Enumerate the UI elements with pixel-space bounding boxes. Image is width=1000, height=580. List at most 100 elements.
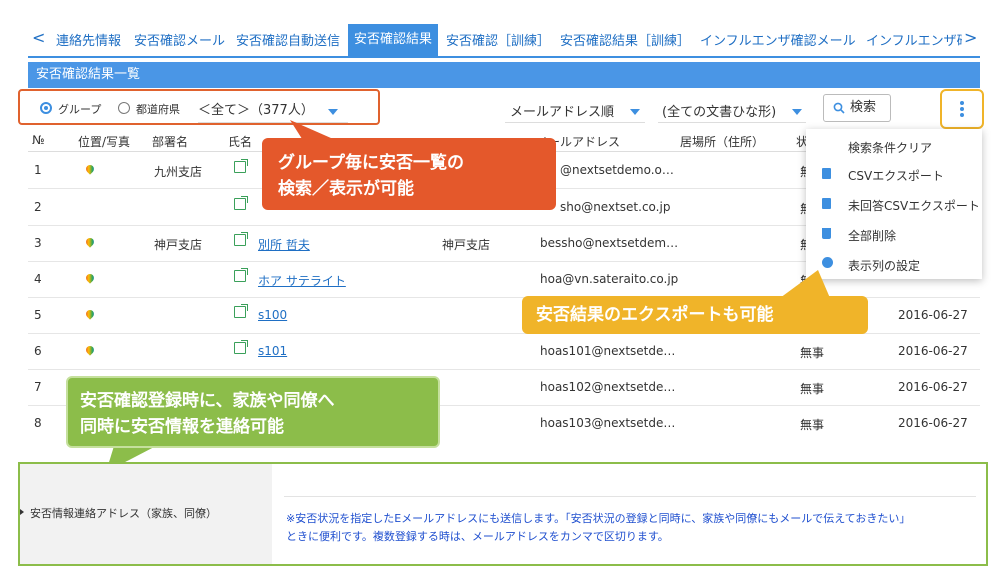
group-select-chevron-down-icon[interactable]: [328, 109, 338, 115]
map-pin-icon[interactable]: [84, 163, 96, 175]
tab-prev-arrow-icon[interactable]: <: [32, 28, 45, 47]
row-no: 7: [34, 380, 42, 394]
caret-right-icon: [20, 509, 24, 515]
row-email: sho@nextset.co.jp: [560, 200, 671, 214]
radio-group[interactable]: [40, 102, 52, 114]
sort-select-underline: [505, 122, 645, 123]
col-no[interactable]: №: [32, 133, 44, 147]
gear-icon: [822, 257, 833, 268]
tab-safety-results-training[interactable]: 安否確認結果［訓練］: [560, 30, 690, 49]
menu-item-delete-all[interactable]: 全部削除: [848, 227, 896, 244]
row-email: @nextsetdemo.o…: [560, 163, 674, 177]
callout-group-search: グループ毎に安否一覧の 検索／表示が可能: [262, 138, 556, 210]
tab-influenza-truncated[interactable]: インフルエンザ確: [866, 30, 962, 49]
section-title: 安否確認結果一覧: [28, 62, 980, 88]
file-icon: [822, 198, 831, 209]
tab-safety-auto-send[interactable]: 安否確認自動送信: [236, 30, 340, 49]
sort-select[interactable]: メールアドレス順: [510, 101, 614, 120]
menu-item-csv-export[interactable]: CSVエクスポート: [848, 167, 944, 184]
map-pin-icon[interactable]: [84, 308, 96, 320]
row-no: 1: [34, 163, 42, 177]
row-name-link[interactable]: ホア サテライト: [258, 272, 346, 289]
callout-export: 安否結果のエクスポートも可能: [522, 296, 868, 334]
radio-prefecture[interactable]: [118, 102, 130, 114]
col-department[interactable]: 部署名: [152, 133, 188, 150]
row-date: 2016-06-27: [898, 380, 968, 394]
row-date: 2016-06-27: [898, 308, 968, 322]
callout-family-notify: 安否確認登録時に、家族や同僚へ 同時に安否情報を連絡可能: [66, 376, 440, 448]
kebab-dot-icon: [960, 113, 964, 117]
callout-family-notify-line1: 安否確認登録時に、家族や同僚へ: [80, 391, 335, 411]
search-icon: [833, 102, 845, 114]
sort-select-chevron-down-icon[interactable]: [630, 109, 640, 115]
row-status: 無事: [800, 418, 825, 432]
doc-filter-underline: [658, 122, 806, 123]
col-location-photo[interactable]: 位置/写真: [78, 133, 130, 150]
row-no: 8: [34, 416, 42, 430]
map-pin-icon[interactable]: [84, 344, 96, 356]
row-status: 無事: [800, 346, 825, 360]
callout-group-search-line2: 検索／表示が可能: [278, 179, 414, 199]
tab-safety-mail[interactable]: 安否確認メール: [134, 30, 225, 49]
row-no: 5: [34, 308, 42, 322]
trash-icon: [822, 228, 831, 239]
row-name-link[interactable]: s100: [258, 308, 287, 322]
tab-bar: < 連絡先情報 安否確認メール 安否確認自動送信 安否確認結果 安否確認［訓練］…: [28, 24, 980, 58]
tab-safety-training[interactable]: 安否確認［訓練］: [446, 30, 550, 49]
more-menu-button[interactable]: [940, 89, 984, 129]
kebab-dot-icon: [960, 107, 964, 111]
callout-family-notify-line2: 同時に安否情報を連絡可能: [80, 417, 284, 437]
map-pin-icon[interactable]: [84, 272, 96, 284]
callout-group-search-line1: グループ毎に安否一覧の: [278, 153, 464, 173]
radio-prefecture-label: 都道府県: [136, 103, 180, 116]
row-email: hoa@vn.sateraito.co.jp: [540, 272, 679, 286]
row-email: hoas101@nextsetde…: [540, 344, 676, 358]
tab-safety-results[interactable]: 安否確認結果: [348, 24, 439, 56]
file-icon: [822, 168, 831, 179]
edit-icon[interactable]: [234, 304, 248, 318]
row-department: 神戸支店: [154, 238, 203, 252]
doc-filter-select[interactable]: (全ての文書ひな形): [662, 101, 776, 120]
row-department: 九州支店: [154, 165, 203, 179]
group-select[interactable]: ＜全て＞（377人）: [198, 99, 314, 118]
row-date: 2016-06-27: [898, 344, 968, 358]
col-name[interactable]: 氏名: [228, 133, 252, 150]
edit-icon[interactable]: [234, 232, 248, 246]
table-row[interactable]: 6 s101 hoas101@nextsetde… 無事 2016-06-27: [28, 333, 980, 370]
row-date: 2016-06-27: [898, 416, 968, 430]
more-menu: 検索条件クリア CSVエクスポート 未回答CSVエクスポート 全部削除 表示列の…: [806, 129, 982, 279]
contact-field-note-line1: ※安否状況を指定したEメールアドレスにも送信します。「安否状況の登録と同時に、家…: [286, 512, 911, 525]
edit-icon[interactable]: [234, 268, 248, 282]
row-email: hoas102@nextsetde…: [540, 380, 676, 394]
map-pin-icon[interactable]: [84, 236, 96, 248]
edit-icon[interactable]: [234, 340, 248, 354]
contact-field-note-line2: ときに便利です。複数登録する時は、メールアドレスをカンマで区切ります。: [286, 530, 669, 543]
radio-group-label: グループ: [58, 103, 102, 116]
menu-item-clear-search[interactable]: 検索条件クリア: [848, 139, 932, 156]
row-email: hoas103@nextsetde…: [540, 416, 676, 430]
row-no: 6: [34, 344, 42, 358]
row-no: 2: [34, 200, 42, 214]
doc-filter-chevron-down-icon[interactable]: [792, 109, 802, 115]
orange-callout-pointer: [780, 270, 830, 298]
edit-icon[interactable]: [234, 159, 248, 173]
search-button-label: 検索: [850, 100, 877, 115]
row-no: 4: [34, 272, 42, 286]
menu-item-unanswered-csv-export[interactable]: 未回答CSVエクスポート: [848, 197, 980, 214]
row-name-link[interactable]: s101: [258, 344, 287, 358]
contact-field-label: 安否情報連絡アドレス（家族、同僚）: [30, 507, 217, 520]
kebab-dot-icon: [960, 101, 964, 105]
tab-next-arrow-icon[interactable]: >: [964, 28, 977, 47]
menu-item-column-settings[interactable]: 表示列の設定: [848, 257, 920, 274]
col-address[interactable]: 居場所（住所）: [680, 133, 764, 150]
edit-icon[interactable]: [234, 196, 248, 210]
search-button[interactable]: 検索: [823, 94, 891, 122]
tab-contact-info[interactable]: 連絡先情報: [56, 30, 121, 49]
row-location: 神戸支店: [442, 238, 491, 252]
tab-influenza-mail[interactable]: インフルエンザ確認メール: [700, 30, 856, 49]
contact-field-input[interactable]: [284, 496, 976, 497]
row-email: bessho@nextsetdem…: [540, 236, 679, 250]
row-status: 無事: [800, 382, 825, 396]
row-no: 3: [34, 236, 42, 250]
row-name-link[interactable]: 別所 哲夫: [258, 236, 310, 253]
